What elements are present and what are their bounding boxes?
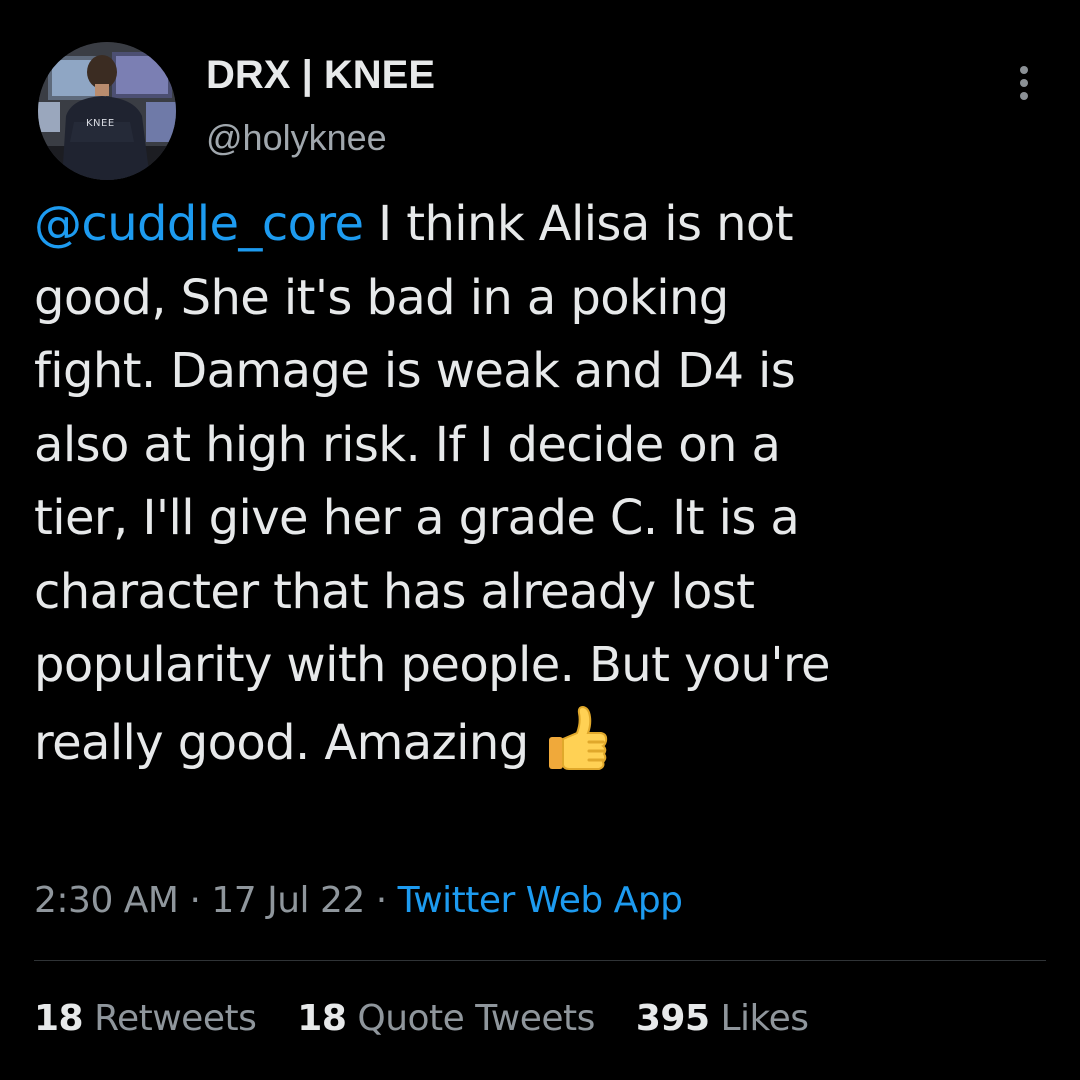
display-name[interactable]: DRX | KNEE (206, 52, 435, 98)
tweet-text-line: popularity with people. But you're (34, 637, 831, 693)
svg-text:KNEE: KNEE (86, 118, 115, 129)
more-vertical-icon (1020, 66, 1028, 74)
likes-stat[interactable]: 395 Likes (636, 996, 809, 1042)
tweet-text-segment: I think Alisa is not (363, 196, 793, 252)
author-info: DRX | KNEE @holyknee (206, 52, 435, 160)
source-app-link[interactable]: Twitter Web App (398, 880, 683, 921)
tweet-metadata: 2:30 AM · 17 Jul 22 · Twitter Web App (34, 878, 683, 924)
meta-separator: · (375, 880, 387, 921)
retweets-count: 18 (34, 998, 84, 1039)
quote-tweets-label: Quote Tweets (357, 998, 595, 1039)
thumbs-up-emoji (548, 705, 607, 770)
tweet-text-line: character that has already lost (34, 563, 755, 620)
likes-label: Likes (720, 998, 809, 1039)
tweet-date[interactable]: 17 Jul 22 (211, 880, 365, 921)
quote-tweets-count: 18 (297, 998, 347, 1039)
divider (34, 960, 1046, 961)
tweet-text-line: tier, I'll give her a grade C. It is a (34, 490, 800, 546)
retweets-stat[interactable]: 18 Retweets (34, 996, 257, 1042)
tweet-text: @cuddle_core I think Alisa is not good, … (34, 188, 1054, 780)
tweet-text-line: good, She it's bad in a poking (34, 269, 729, 326)
more-options-button[interactable] (1002, 56, 1046, 104)
retweets-label: Retweets (94, 998, 257, 1039)
tweet-time[interactable]: 2:30 AM (34, 880, 179, 921)
meta-separator: · (189, 880, 201, 921)
quote-tweets-stat[interactable]: 18 Quote Tweets (297, 996, 595, 1042)
more-vertical-icon-dot (1020, 79, 1028, 87)
tweet-text-line: also at high risk. If I decide on a (34, 416, 781, 473)
tweet-text-line: @cuddle_core I think Alisa is not (34, 188, 1054, 262)
tweet-text-line: fight. Damage is weak and D4 is (34, 343, 796, 399)
engagement-stats: 18 Retweets 18 Quote Tweets 395 Likes (34, 996, 838, 1042)
avatar[interactable]: KNEE (38, 42, 176, 180)
more-vertical-icon-dot (1020, 92, 1028, 100)
likes-count: 395 (635, 998, 710, 1039)
username-handle[interactable]: @holyknee (206, 116, 435, 160)
mention-link[interactable]: @cuddle_core (34, 196, 364, 252)
tweet-text-segment: really good. Amazing (34, 714, 529, 771)
tweet-text-line: really good. Amazing (34, 703, 1054, 781)
tweet-detail: KNEE DRX | KNEE @holyknee @cuddle_core I… (0, 0, 1080, 1080)
